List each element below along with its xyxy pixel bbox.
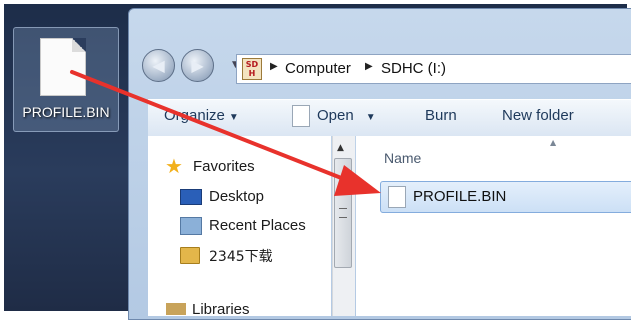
file-name-profile-bin[interactable]: PROFILE.BIN xyxy=(413,188,506,205)
recent-places-icon xyxy=(180,217,202,235)
breadcrumb-separator-icon[interactable]: ▶ xyxy=(270,61,278,72)
breadcrumb-sdhc[interactable]: SDHC (I:) xyxy=(381,60,446,77)
favorites-star-icon: ★ xyxy=(165,154,183,178)
file-icon xyxy=(388,186,406,208)
breadcrumb-separator-icon[interactable]: ▶ xyxy=(365,61,373,72)
forward-arrow-icon: ▶ xyxy=(191,56,204,75)
scroll-up-icon[interactable]: ▲ xyxy=(337,143,344,153)
breadcrumb-computer[interactable]: Computer xyxy=(285,60,351,77)
desktop-monitor-icon xyxy=(180,189,202,205)
chevron-down-icon: ▼ xyxy=(228,112,239,123)
open-button[interactable]: Open ▼ xyxy=(317,107,376,124)
desktop-file-profile-bin[interactable]: PROFILE.BIN xyxy=(13,27,119,132)
nav-item-recent-places[interactable]: Recent Places xyxy=(209,217,306,234)
open-document-icon xyxy=(292,105,310,127)
libraries-icon xyxy=(166,303,186,315)
desktop-file-label: PROFILE.BIN xyxy=(22,104,110,120)
sort-ascending-icon: ▲ xyxy=(550,138,557,147)
back-arrow-icon: ◀ xyxy=(152,56,165,75)
chevron-down-icon: ▼ xyxy=(365,112,376,123)
nav-item-desktop[interactable]: Desktop xyxy=(209,188,264,205)
sd-card-drive-icon: SD H xyxy=(242,58,262,80)
address-bar[interactable]: SD H ▶ Computer ▶ SDHC (I:) xyxy=(236,54,631,84)
folder-icon xyxy=(180,247,200,264)
column-header-name[interactable]: Name xyxy=(384,150,421,166)
organize-button[interactable]: Organize ▼ xyxy=(164,107,239,124)
burn-button[interactable]: Burn xyxy=(425,107,457,124)
forward-button[interactable]: ▶ xyxy=(181,49,214,82)
new-folder-button[interactable]: New folder xyxy=(502,107,574,124)
nav-libraries[interactable]: Libraries xyxy=(192,301,250,318)
back-button[interactable]: ◀ xyxy=(142,49,175,82)
nav-item-2345-download[interactable]: 2345下载 xyxy=(209,246,273,266)
nav-favorites[interactable]: Favorites xyxy=(193,158,255,175)
scrollbar-grip-icon xyxy=(339,208,347,218)
file-icon xyxy=(40,38,86,96)
